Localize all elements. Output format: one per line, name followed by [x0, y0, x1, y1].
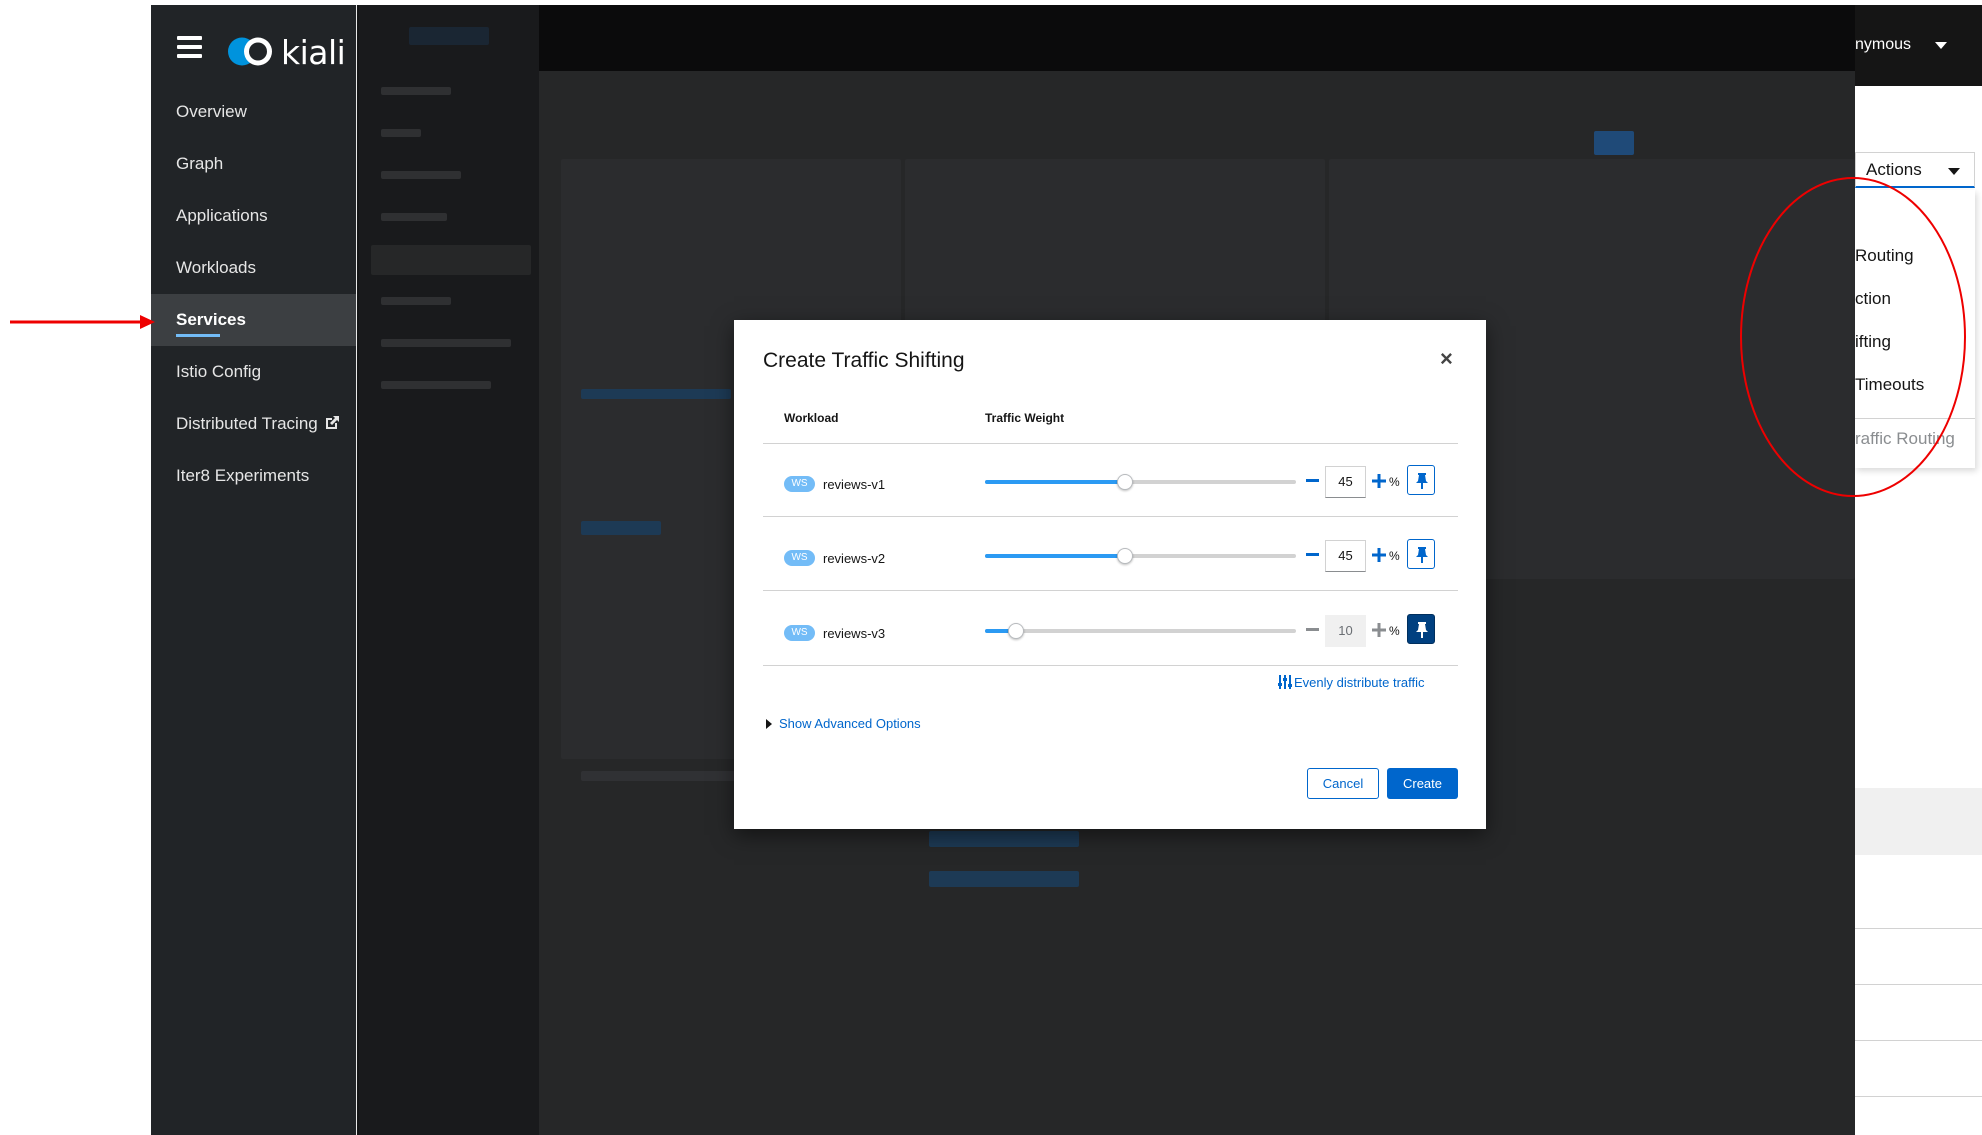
background-sidebar	[359, 5, 539, 1135]
sliders-icon	[1278, 675, 1292, 689]
nav-item-istio-config[interactable]: Istio Config	[151, 346, 357, 398]
traffic-shifting-modal: Create Traffic Shifting × Workload Traff…	[734, 320, 1486, 829]
page-gap	[1855, 788, 1982, 855]
column-header-traffic-weight: Traffic Weight	[985, 411, 1065, 425]
percent-sign: %	[1389, 549, 1400, 563]
modal-title: Create Traffic Shifting	[763, 349, 965, 372]
weight-slider[interactable]	[985, 474, 1296, 490]
angle-right-icon[interactable]	[765, 719, 773, 729]
weight-slider[interactable]	[985, 623, 1296, 639]
annotation-ellipse	[1740, 177, 1966, 497]
header-divider	[763, 443, 1458, 444]
workload-badge: WS	[784, 625, 815, 641]
pin-button[interactable]	[1407, 614, 1435, 644]
workload-badge: WS	[784, 476, 815, 492]
minus-icon[interactable]	[1306, 553, 1319, 556]
slider-fill	[985, 554, 1125, 558]
thumbtack-icon	[1416, 473, 1428, 489]
row-divider	[763, 665, 1458, 666]
nav-item-services[interactable]: Services	[151, 294, 357, 346]
plus-icon[interactable]	[1372, 623, 1386, 637]
main-sidebar: kiali Overview Graph Applications Worklo…	[151, 5, 357, 1135]
percent-sign: %	[1389, 624, 1400, 638]
nav-item-services-label: Services	[176, 310, 246, 329]
percent-sign: %	[1389, 475, 1400, 489]
workload-badge: WS	[784, 550, 815, 566]
minus-icon[interactable]	[1306, 628, 1319, 631]
plus-icon[interactable]	[1372, 474, 1386, 488]
plus-icon[interactable]	[1372, 548, 1386, 562]
slider-thumb[interactable]	[1008, 623, 1024, 639]
weight-input[interactable]: 45	[1325, 540, 1366, 572]
weight-input[interactable]: 45	[1325, 466, 1366, 498]
user-menu-label[interactable]: nymous	[1855, 36, 1911, 54]
slider-thumb[interactable]	[1117, 548, 1133, 564]
kiali-logo-icon	[228, 37, 272, 66]
right-content-card	[1855, 855, 1982, 1125]
evenly-distribute-link[interactable]: Evenly distribute traffic	[1278, 675, 1425, 690]
workload-name: reviews-v1	[823, 477, 886, 492]
external-link-icon	[325, 416, 339, 429]
active-indicator	[176, 334, 220, 337]
evenly-distribute-label: Evenly distribute traffic	[1294, 675, 1425, 690]
show-advanced-options-toggle[interactable]: Show Advanced Options	[779, 716, 921, 731]
create-button[interactable]: Create	[1387, 768, 1458, 799]
nav-item-overview[interactable]: Overview	[151, 86, 357, 138]
annotation-arrow	[10, 315, 155, 329]
pin-button[interactable]	[1407, 465, 1435, 495]
column-header-workload: Workload	[784, 411, 839, 425]
workload-name: reviews-v2	[823, 551, 886, 566]
nav-item-tracing-label: Distributed Tracing	[176, 414, 318, 433]
weight-input[interactable]: 10	[1325, 615, 1366, 647]
nav-item-distributed-tracing[interactable]: Distributed Tracing	[151, 398, 357, 450]
cancel-button[interactable]: Cancel	[1307, 768, 1379, 799]
nav-item-iter8-experiments[interactable]: Iter8 Experiments	[151, 450, 357, 502]
row-divider	[763, 590, 1458, 591]
weight-slider[interactable]	[985, 548, 1296, 564]
background-topbar	[409, 5, 1855, 71]
hamburger-icon[interactable]	[177, 36, 202, 58]
caret-down-icon[interactable]	[1935, 42, 1947, 49]
nav-item-graph[interactable]: Graph	[151, 138, 357, 190]
sidebar-header: kiali	[151, 5, 357, 86]
slider-fill	[985, 480, 1125, 484]
nav-item-workloads[interactable]: Workloads	[151, 242, 357, 294]
workload-name: reviews-v3	[823, 626, 886, 641]
thumbtack-icon	[1416, 547, 1428, 563]
pin-button[interactable]	[1407, 539, 1435, 569]
slider-thumb[interactable]	[1117, 474, 1133, 490]
thumbtack-icon	[1416, 622, 1428, 638]
close-icon[interactable]: ×	[1440, 346, 1453, 372]
nav-item-applications[interactable]: Applications	[151, 190, 357, 242]
row-divider	[763, 516, 1458, 517]
minus-icon[interactable]	[1306, 479, 1319, 482]
kiali-logo-text: kiali	[281, 33, 346, 72]
